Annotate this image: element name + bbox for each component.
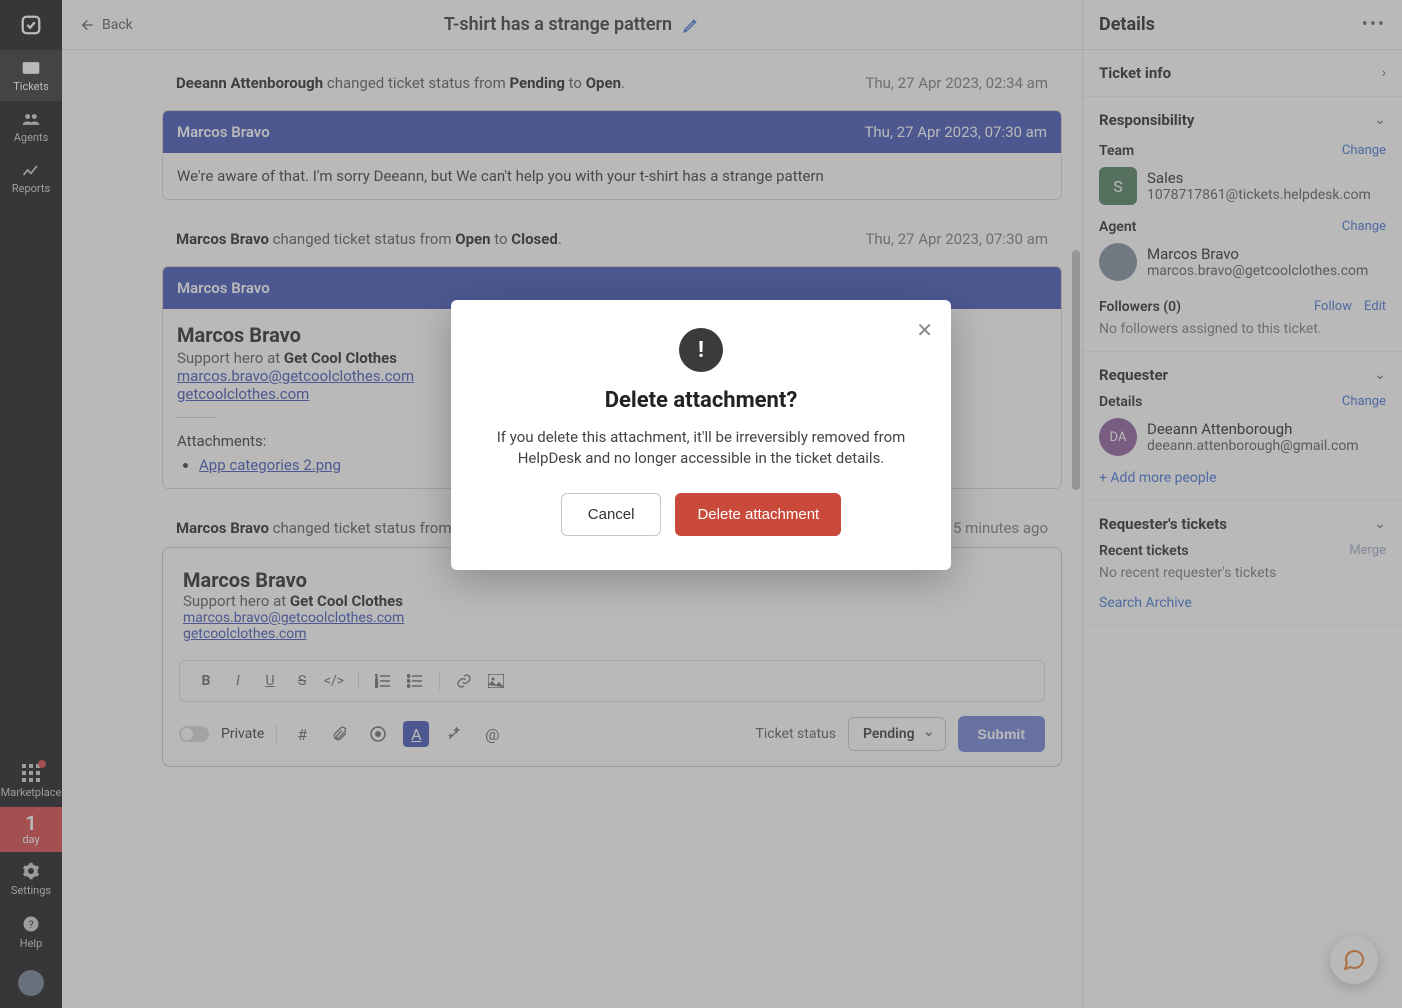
modal-overlay[interactable]: ✕ ! Delete attachment? If you delete thi…: [0, 0, 1402, 1008]
modal-title: Delete attachment?: [479, 388, 923, 413]
delete-attachment-button[interactable]: Delete attachment: [675, 493, 841, 536]
cancel-button[interactable]: Cancel: [561, 493, 662, 536]
modal-body: If you delete this attachment, it'll be …: [487, 427, 915, 469]
modal-actions: Cancel Delete attachment: [479, 493, 923, 536]
delete-attachment-modal: ✕ ! Delete attachment? If you delete thi…: [451, 300, 951, 570]
close-icon[interactable]: ✕: [916, 318, 933, 342]
warning-icon: !: [679, 328, 723, 372]
